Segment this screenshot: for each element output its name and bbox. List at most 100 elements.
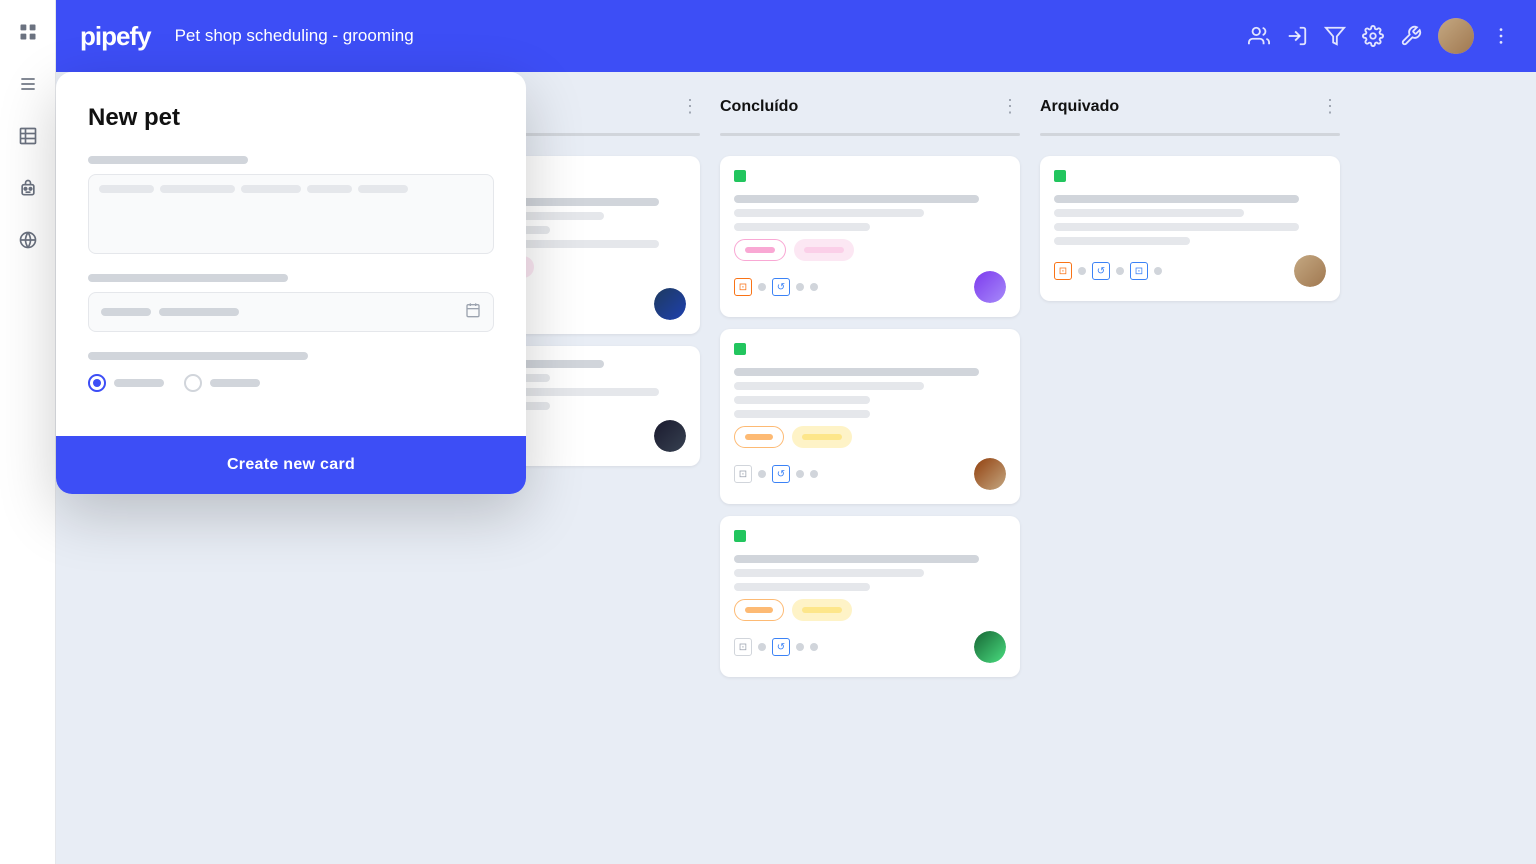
sidebar-item-list[interactable] — [12, 68, 44, 100]
settings-icon[interactable] — [1362, 25, 1384, 47]
card-tag-arq-green — [1054, 170, 1066, 182]
card-c2-line3 — [734, 396, 870, 404]
column-concluido: Concluído ⋮ ⊡ ↺ — [720, 96, 1020, 864]
card-tag-green-2 — [734, 343, 746, 355]
more-vertical-icon[interactable] — [1490, 25, 1512, 47]
card-icon-c1-1: ⊡ — [734, 278, 752, 296]
pill-c1-pink-fill — [794, 239, 854, 261]
card-icon-c1-2: ↺ — [772, 278, 790, 296]
card-c2-line2 — [734, 382, 924, 390]
card-title-input[interactable] — [88, 174, 494, 254]
pill-c2-orange-fill — [792, 426, 852, 448]
wrench-icon[interactable] — [1400, 25, 1422, 47]
form-group-radio — [88, 352, 494, 392]
card-dot-c3-1 — [758, 643, 766, 651]
radio-row — [88, 374, 494, 392]
column-arquivado: Arquivado ⋮ ⊡ ↺ ⊡ — [1040, 96, 1340, 864]
user-avatar[interactable] — [1438, 18, 1474, 54]
column-menu-concluido[interactable]: ⋮ — [1001, 96, 1020, 117]
radio-label-no — [210, 379, 260, 387]
card-footer-arq: ⊡ ↺ ⊡ — [1054, 255, 1326, 287]
card-dot-c1-3 — [810, 283, 818, 291]
column-header-arquivado: Arquivado ⋮ — [1040, 96, 1340, 117]
column-menu-aplicacao[interactable]: ⋮ — [681, 96, 700, 117]
header-title: Pet shop scheduling - grooming — [175, 26, 414, 46]
sidebar-item-grid[interactable] — [12, 16, 44, 48]
sidebar-item-table[interactable] — [12, 120, 44, 152]
radio-option-no[interactable] — [184, 374, 260, 392]
card-icon-arq-3: ⊡ — [1130, 262, 1148, 280]
card-dot-c3-2 — [796, 643, 804, 651]
card-c2-line1 — [734, 368, 979, 376]
column-header-concluido: Concluído ⋮ — [720, 96, 1020, 117]
column-menu-arquivado[interactable]: ⋮ — [1321, 96, 1340, 117]
card-tag-green-1 — [734, 170, 746, 182]
filter-icon[interactable] — [1324, 25, 1346, 47]
card-avatar-a1 — [654, 288, 686, 320]
card-concluido-2[interactable]: ⊡ ↺ — [720, 329, 1020, 504]
card-icons-c1: ⊡ ↺ — [734, 278, 818, 296]
create-card-button[interactable]: Create new card — [227, 456, 355, 474]
card-icons-c3: ⊡ ↺ — [734, 638, 818, 656]
card-avatar-c2 — [974, 458, 1006, 490]
column-title-arquivado: Arquivado — [1040, 98, 1119, 116]
card-arq-line2 — [1054, 209, 1244, 217]
card-icon-c3-1: ⊡ — [734, 638, 752, 656]
modal-footer: Create new card — [56, 436, 526, 494]
card-tag-green-3 — [734, 530, 746, 542]
card-c1-line1 — [734, 195, 979, 203]
radio-circle-no[interactable] — [184, 374, 202, 392]
card-icons-c2: ⊡ ↺ — [734, 465, 818, 483]
card-c3-line3 — [734, 583, 870, 591]
date-skeleton — [101, 308, 239, 316]
modal-title: New pet — [88, 104, 494, 132]
card-dot-arq-3 — [1154, 267, 1162, 275]
card-c1-line3 — [734, 223, 870, 231]
form-label-radio — [88, 352, 308, 360]
card-icons-arq: ⊡ ↺ ⊡ — [1054, 262, 1162, 280]
card-arq-line1 — [1054, 195, 1299, 203]
card-footer-c3: ⊡ ↺ — [734, 631, 1006, 663]
card-dot-arq-2 — [1116, 267, 1124, 275]
card-concluido-3[interactable]: ⊡ ↺ — [720, 516, 1020, 677]
form-group-title — [88, 156, 494, 254]
card-footer-c2: ⊡ ↺ — [734, 458, 1006, 490]
radio-circle-yes[interactable] — [88, 374, 106, 392]
modal-panel: New pet — [56, 72, 526, 494]
sidebar-item-globe[interactable] — [12, 224, 44, 256]
column-title-concluido: Concluído — [720, 98, 798, 116]
card-icon-arq-1: ⊡ — [1054, 262, 1072, 280]
card-avatar-c1 — [974, 271, 1006, 303]
card-c3-line2 — [734, 569, 924, 577]
card-arquivado-1[interactable]: ⊡ ↺ ⊡ — [1040, 156, 1340, 301]
form-label-date — [88, 274, 288, 282]
card-dot-c2-2 — [796, 470, 804, 478]
card-concluido-1[interactable]: ⊡ ↺ — [720, 156, 1020, 317]
card-dot-c1-2 — [796, 283, 804, 291]
radio-option-yes[interactable] — [88, 374, 164, 392]
header-left: pipefy Pet shop scheduling - grooming — [80, 21, 414, 52]
users-icon[interactable] — [1248, 25, 1270, 47]
card-avatar-arq — [1294, 255, 1326, 287]
card-dot-c1-1 — [758, 283, 766, 291]
sidebar-item-robot[interactable] — [12, 172, 44, 204]
pill-c1-pink — [734, 239, 786, 261]
modal-body: New pet — [56, 72, 526, 436]
card-arq-line4 — [1054, 237, 1190, 245]
enter-icon[interactable] — [1286, 25, 1308, 47]
card-icon-arq-2: ↺ — [1092, 262, 1110, 280]
radio-label-yes — [114, 379, 164, 387]
calendar-icon — [465, 302, 481, 323]
sidebar — [0, 0, 56, 864]
card-dot-c2-1 — [758, 470, 766, 478]
card-arq-line3 — [1054, 223, 1299, 231]
app-header: pipefy Pet shop scheduling - grooming — [56, 0, 1536, 72]
column-underline-arquivado — [1040, 133, 1340, 136]
card-dot-arq-1 — [1078, 267, 1086, 275]
pill-c3-orange — [734, 599, 784, 621]
pill-c3-orange-fill — [792, 599, 852, 621]
card-footer-c1: ⊡ ↺ — [734, 271, 1006, 303]
date-input[interactable] — [88, 292, 494, 332]
card-avatar-c3 — [974, 631, 1006, 663]
card-icon-c2-1: ⊡ — [734, 465, 752, 483]
